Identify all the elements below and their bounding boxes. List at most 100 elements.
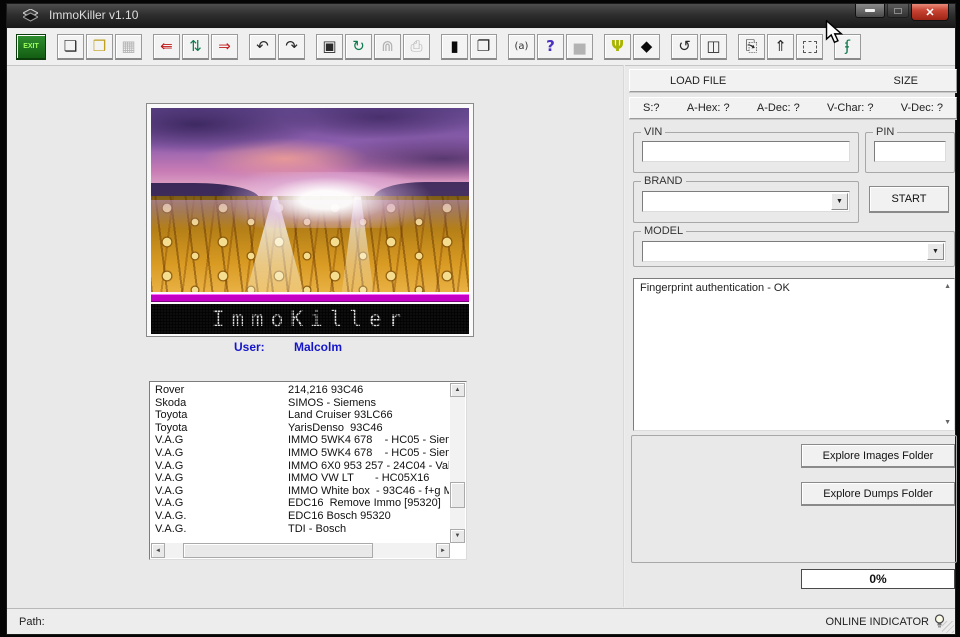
- model-select[interactable]: ▼: [642, 241, 946, 262]
- ascii-view-button[interactable]: (a): [508, 34, 535, 60]
- list-item[interactable]: V.A.G.TDI - Bosch: [151, 523, 449, 536]
- list-item[interactable]: V.A.GEDC16 Remove Immo [95320]: [151, 497, 449, 510]
- list-item[interactable]: V.A.GIMMO 6X0 953 257 - 24C04 - Valeo: [151, 460, 449, 473]
- list-item[interactable]: V.A.GIMMO 5WK4 678 - HC05 - Sieme: [151, 447, 449, 460]
- online-indicator: ONLINE INDICATOR: [826, 614, 946, 629]
- stat-v-dec: V-Dec: ?: [901, 102, 943, 114]
- stats-bar: S:? A-Hex: ? A-Dec: ? V-Char: ? V-Dec: ?: [629, 97, 957, 119]
- scroll-right-icon[interactable]: ►: [436, 543, 450, 558]
- progress-bar: 0%: [801, 569, 955, 589]
- eeprom-button[interactable]: ▮: [441, 34, 468, 60]
- led-banner-text: ImmoKiller: [212, 307, 408, 331]
- list-item[interactable]: ToyotaYarisDenso 93C46: [151, 422, 449, 435]
- stat-a-hex: A-Hex: ?: [687, 102, 730, 114]
- model-group: MODEL ▼: [633, 225, 955, 267]
- pin-label: PIN: [873, 126, 897, 138]
- vehicle-list-rows: Rover214,216 93C46SkodaSIMOS - SiemensTo…: [151, 384, 449, 542]
- tools-button[interactable]: Ψ: [604, 34, 631, 60]
- maximize-button[interactable]: [887, 4, 909, 18]
- upload-button[interactable]: ⇑: [767, 34, 794, 60]
- brand-group: BRAND ▼: [633, 175, 859, 223]
- chevron-down-icon[interactable]: ▼: [831, 193, 848, 210]
- list-item[interactable]: V.A.GIMMO VW LT - HC05X16: [151, 472, 449, 485]
- resize-grip[interactable]: [942, 621, 954, 633]
- scroll-down-icon[interactable]: ▼: [450, 529, 465, 543]
- list-item[interactable]: V.A.GIMMO 5WK4 678 - HC05 - Sieme: [151, 434, 449, 447]
- vin-input[interactable]: [642, 141, 850, 162]
- scroll-up-icon[interactable]: ▲: [450, 383, 465, 397]
- path-label: Path:: [19, 616, 45, 628]
- list-item[interactable]: Rover214,216 93C46: [151, 384, 449, 397]
- selection-button[interactable]: [796, 34, 823, 60]
- list-item[interactable]: SkodaSIMOS - Siemens: [151, 397, 449, 410]
- brand-select[interactable]: ▼: [642, 191, 850, 212]
- vin-label: VIN: [641, 126, 665, 138]
- save-file-button[interactable]: ▦: [115, 34, 142, 60]
- new-file-button[interactable]: ❏: [57, 34, 84, 60]
- horizontal-scrollbar[interactable]: ◄ ►: [151, 543, 450, 558]
- image-viewer-button[interactable]: ▣: [316, 34, 343, 60]
- titlebar: ImmoKiller v1.10 ✕: [7, 4, 955, 28]
- stat-a-dec: A-Dec: ?: [757, 102, 800, 114]
- model-label: MODEL: [641, 225, 686, 237]
- statusbar: Path: ONLINE INDICATOR: [7, 608, 955, 634]
- scroll-up-icon[interactable]: ▲: [944, 283, 951, 290]
- scroll-left-icon[interactable]: ◄: [151, 543, 165, 558]
- vehicle-listbox[interactable]: Rover214,216 93C46SkodaSIMOS - SiemensTo…: [149, 381, 467, 560]
- undo-button[interactable]: ↶: [249, 34, 276, 60]
- magenta-divider: [151, 294, 469, 302]
- log-output[interactable]: Fingerprint authentication - OK ▲ ▼: [633, 278, 955, 431]
- print-button[interactable]: ⎙: [403, 34, 430, 60]
- list-item[interactable]: ToyotaLand Cruiser 93LC66: [151, 409, 449, 422]
- chevron-down-icon[interactable]: ▼: [927, 243, 944, 260]
- export-dump-button[interactable]: ⇒: [211, 34, 238, 60]
- explore-dumps-button[interactable]: Explore Dumps Folder: [801, 482, 955, 506]
- user-name: Malcolm: [294, 340, 342, 354]
- chip-button[interactable]: ◆: [633, 34, 660, 60]
- list-item[interactable]: V.A.G.EDC16 Bosch 95320: [151, 510, 449, 523]
- close-button[interactable]: ✕: [911, 4, 949, 21]
- splash-panel: ImmoKiller: [146, 103, 474, 337]
- app-window: ImmoKiller v1.10 ✕ EXIT ❏❒▦ ⇚⇅⇒ ↶↷ ▣↻⋒⎙ ▮❐ (a)…: [6, 3, 956, 635]
- import-dump-button[interactable]: ⇚: [153, 34, 180, 60]
- panel-divider: [623, 65, 625, 607]
- file-header-bar: LOAD FILE SIZE: [629, 69, 957, 92]
- vertical-scrollbar[interactable]: ▲ ▼: [450, 383, 465, 543]
- exit-button[interactable]: EXIT: [16, 34, 46, 60]
- explore-images-button[interactable]: Explore Images Folder: [801, 444, 955, 468]
- log-text: Fingerprint authentication - OK: [640, 282, 790, 294]
- reload-button[interactable]: ↺: [671, 34, 698, 60]
- send-file-button[interactable]: ⎘: [738, 34, 765, 60]
- toolbar: EXIT❏❒▦⇚⇅⇒↶↷▣↻⋒⎙▮❐(a)?▅Ψ◆↺◫⎘⇑ʄ: [7, 29, 955, 66]
- redo-button[interactable]: ↷: [278, 34, 305, 60]
- mouse-cursor: [824, 20, 846, 44]
- list-item[interactable]: V.A.GIMMO White box - 93C46 - f+g Me: [151, 485, 449, 498]
- window-title: ImmoKiller v1.10: [49, 8, 138, 22]
- load-file-button[interactable]: LOAD FILE: [670, 75, 726, 87]
- app-icon: [23, 9, 38, 27]
- refresh-document-button[interactable]: ↻: [345, 34, 372, 60]
- sun-glow-art: [151, 172, 469, 227]
- stat-s: S:?: [643, 102, 660, 114]
- user-label: User:: [234, 340, 265, 354]
- led-banner: ImmoKiller: [151, 304, 469, 334]
- splash-image: [151, 108, 469, 292]
- vin-group: VIN: [633, 126, 859, 173]
- help-button[interactable]: ?: [537, 34, 564, 60]
- start-button[interactable]: START: [869, 186, 949, 213]
- scrollbar-thumb[interactable]: [450, 482, 465, 508]
- scroll-down-icon[interactable]: ▼: [944, 419, 951, 426]
- film-strip-button[interactable]: ◫: [700, 34, 727, 60]
- open-file-button[interactable]: ❒: [86, 34, 113, 60]
- size-label: SIZE: [894, 75, 918, 87]
- search-button[interactable]: ⋒: [374, 34, 401, 60]
- vehicle-database-button[interactable]: ▅: [566, 34, 593, 60]
- compare-dumps-button[interactable]: ⇅: [182, 34, 209, 60]
- brand-label: BRAND: [641, 175, 686, 187]
- pin-input[interactable]: [874, 141, 946, 162]
- online-indicator-label: ONLINE INDICATOR: [826, 616, 930, 628]
- minimize-button[interactable]: [855, 4, 885, 18]
- scrollbar-thumb[interactable]: [183, 543, 373, 558]
- pin-group: PIN: [865, 126, 955, 173]
- window-copy-button[interactable]: ❐: [470, 34, 497, 60]
